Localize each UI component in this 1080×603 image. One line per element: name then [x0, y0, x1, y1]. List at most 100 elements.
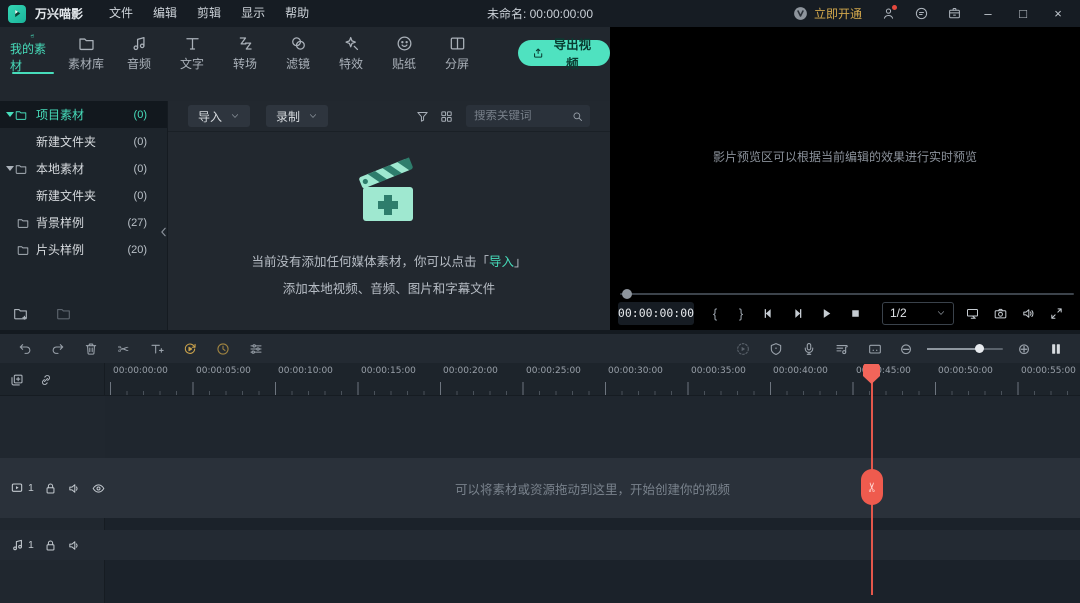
snapshot-button[interactable] [986, 301, 1014, 325]
sidebar-item-new-folder-1[interactable]: 新建文件夹 (0) [0, 128, 167, 155]
folder-icon [14, 108, 28, 122]
chevron-down-icon [308, 111, 318, 121]
folder-icon [77, 34, 96, 53]
playhead-cut-button[interactable]: ✂ [861, 469, 883, 505]
menu-edit[interactable]: 编辑 [143, 0, 187, 27]
sidebar-item-new-folder-2[interactable]: 新建文件夹 (0) [0, 182, 167, 209]
seekbar-handle[interactable] [622, 289, 632, 299]
hide-track-button[interactable] [91, 481, 106, 496]
grid-view-button[interactable] [434, 105, 458, 127]
voiceover-button[interactable] [792, 337, 825, 361]
import-button[interactable]: 导入 [188, 105, 250, 127]
delete-button[interactable] [74, 337, 107, 361]
upgrade-button[interactable]: 立即开通 [792, 5, 862, 22]
preview-controls: 00:00:00:00 { } 1/2 [610, 299, 1080, 327]
record-button[interactable]: 录制 [266, 105, 328, 127]
lock-track-button[interactable] [43, 481, 58, 496]
preview-quality-select[interactable]: 1/2 [882, 302, 954, 325]
new-folder-button[interactable] [12, 305, 29, 322]
split-button[interactable]: ✂ [107, 337, 140, 361]
mark-out-button[interactable]: } [728, 306, 754, 321]
delete-folder-button[interactable] [55, 305, 72, 322]
menu-view[interactable]: 显示 [231, 0, 275, 27]
sidebar-item-background-samples[interactable]: 背景样例 (27) [0, 209, 167, 236]
filmora-window: 万兴喵影 文件 编辑 剪辑 显示 帮助 未命名: 00:00:00:00 立即开… [0, 0, 1080, 603]
tab-stock-media[interactable]: 素材库 [60, 32, 113, 74]
tab-effects[interactable]: 特效 [325, 32, 378, 74]
magic-star-icon [342, 34, 361, 53]
timeline-tracks: 1 可以将素材或资源拖动到这里，开始创建你的视频 1 [0, 396, 1080, 603]
add-text-button[interactable] [140, 337, 173, 361]
play-button[interactable] [812, 301, 841, 325]
audio-track-type: 1 [10, 537, 34, 553]
tab-audio[interactable]: 音频 [113, 32, 166, 74]
item-count: (0) [134, 190, 147, 202]
caret-down-icon[interactable] [6, 166, 14, 171]
feedback-button[interactable] [908, 3, 934, 25]
sidebar-item-project-media[interactable]: 项目素材 (0) [0, 101, 167, 128]
audio-track-icon [10, 537, 26, 553]
caption-button[interactable] [858, 337, 891, 361]
tab-filters[interactable]: 滤镜 [272, 32, 325, 74]
sidebar-item-local-media[interactable]: 本地素材 (0) [0, 155, 167, 182]
store-button[interactable] [941, 3, 967, 25]
export-video-button[interactable]: 导出视频 [518, 40, 610, 66]
undo-button[interactable] [8, 337, 41, 361]
speed-button[interactable] [206, 337, 239, 361]
timeline-toolbar: ✂ ⊖ ⊕ [0, 334, 1080, 363]
display-device-button[interactable] [958, 301, 986, 325]
close-button[interactable]: × [1044, 3, 1072, 25]
timeline-ruler[interactable]: 00:00:00:00 00:00:05:00 00:00:10:00 00:0… [0, 363, 1080, 396]
prev-frame-button[interactable] [754, 301, 783, 325]
timeline-zoom-slider[interactable] [927, 337, 1003, 361]
minimize-button[interactable]: – [974, 3, 1002, 25]
ruler-lane[interactable]: 00:00:00:00 00:00:05:00 00:00:10:00 00:0… [105, 363, 1080, 396]
account-button[interactable] [875, 3, 901, 25]
menu-clip[interactable]: 剪辑 [187, 0, 231, 27]
marker-button[interactable] [759, 337, 792, 361]
mute-track-button[interactable] [67, 538, 82, 553]
manage-tracks-button[interactable] [9, 372, 25, 388]
menu-help[interactable]: 帮助 [275, 0, 319, 27]
folder-icon [14, 162, 28, 176]
search-input[interactable] [474, 110, 571, 122]
tab-stickers[interactable]: 贴纸 [378, 32, 431, 74]
sidebar-collapse-handle[interactable] [159, 219, 168, 245]
tab-text[interactable]: 文字 [166, 32, 219, 74]
smart-reframe-button[interactable] [173, 337, 206, 361]
caret-down-icon[interactable] [6, 112, 14, 117]
track-area-upper[interactable] [0, 396, 1080, 458]
search-icon [571, 110, 584, 123]
tab-split-screen[interactable]: 分屏 [431, 32, 484, 74]
adjust-button[interactable] [239, 337, 272, 361]
mute-track-button[interactable] [67, 481, 82, 496]
zoom-slider-handle[interactable] [975, 344, 984, 353]
import-link[interactable]: 导入 [489, 255, 514, 269]
next-frame-button[interactable] [783, 301, 812, 325]
stop-button[interactable] [841, 301, 870, 325]
search-box[interactable] [466, 105, 590, 127]
tab-my-media[interactable]: 我的素材 [6, 32, 60, 74]
video-track-row: 1 可以将素材或资源拖动到这里，开始创建你的视频 [0, 458, 1080, 518]
tab-transitions[interactable]: 转场 [219, 32, 272, 74]
audio-mixer-button[interactable] [825, 337, 858, 361]
preview-seekbar[interactable] [620, 289, 1074, 299]
lock-track-button[interactable] [43, 538, 58, 553]
mark-in-button[interactable]: { [702, 306, 728, 321]
redo-button[interactable] [41, 337, 74, 361]
render-preview-button[interactable] [726, 337, 759, 361]
maximize-button[interactable]: □ [1009, 3, 1037, 25]
clapperboard-graphic [347, 153, 431, 237]
filter-button[interactable] [410, 105, 434, 127]
snap-link-button[interactable] [38, 372, 54, 388]
zoom-in-button[interactable]: ⊕ [1009, 340, 1039, 358]
panel-layout-button[interactable] [1039, 337, 1072, 361]
menu-file[interactable]: 文件 [99, 0, 143, 27]
zoom-out-button[interactable]: ⊖ [891, 340, 921, 358]
asset-tabbar: 我的素材 素材库 音频 文字 转场 [0, 27, 610, 74]
timeline-drop-hint[interactable]: 可以将素材或资源拖动到这里，开始创建你的视频 [105, 458, 1080, 518]
audio-track-header: 1 [0, 530, 105, 560]
volume-button[interactable] [1014, 301, 1042, 325]
sidebar-item-intro-samples[interactable]: 片头样例 (20) [0, 236, 167, 263]
fullscreen-button[interactable] [1042, 301, 1070, 325]
